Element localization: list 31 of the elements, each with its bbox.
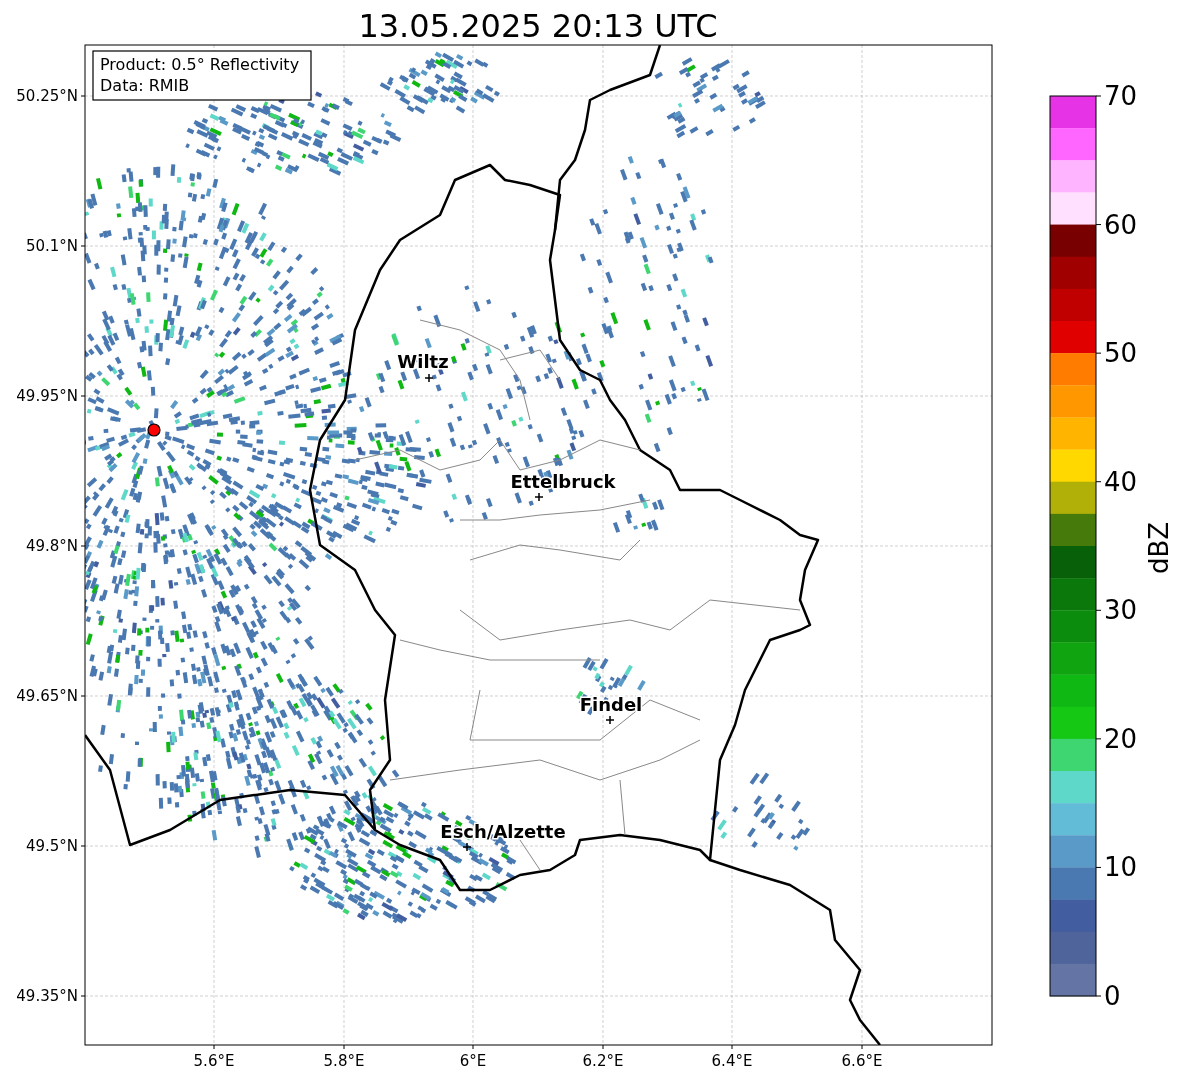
- longitude-label: 5.6°E: [193, 1052, 235, 1070]
- colorbar-tick-label: 20: [1104, 723, 1138, 754]
- city-marker-icon: [605, 715, 615, 725]
- colorbar-label: dBZ: [1144, 521, 1174, 575]
- longitude-label: 6.6°E: [841, 1052, 883, 1070]
- latitude-label: 49.65°N: [16, 687, 78, 705]
- colorbar-tick-label: 60: [1104, 209, 1138, 240]
- radar-site-icon: [147, 423, 161, 437]
- chart-title: 13.05.2025 20:13 UTC: [358, 7, 718, 45]
- colorbar-tick-label: 40: [1104, 466, 1138, 497]
- colorbar-tick-label: 10: [1104, 852, 1138, 883]
- colorbar-tick-label: 50: [1104, 338, 1138, 369]
- latitude-label: 50.1°N: [25, 237, 78, 255]
- longitude-label: 6°E: [459, 1052, 487, 1070]
- longitude-label: 6.4°E: [711, 1052, 753, 1070]
- info-text: Product: 0.5° Reflectivity: [100, 55, 300, 74]
- longitude-label: 6.2°E: [582, 1052, 624, 1070]
- city-marker-icon: [424, 373, 434, 383]
- city-marker-icon: [462, 842, 472, 852]
- latitude-label: 49.35°N: [16, 987, 78, 1005]
- latitude-label: 49.95°N: [16, 387, 78, 405]
- colorbar-tick-label: 30: [1104, 595, 1138, 626]
- colorbar-tick-label: 0: [1104, 981, 1121, 1011]
- info-text: Data: RMIB: [100, 76, 190, 95]
- longitude-label: 5.8°E: [323, 1052, 365, 1070]
- colorbar-tick-label: 70: [1104, 81, 1138, 111]
- city-marker-icon: [534, 492, 544, 502]
- city-label: Findel: [579, 694, 643, 715]
- latitude-label: 50.25°N: [16, 87, 78, 105]
- latitude-label: 49.5°N: [25, 837, 78, 855]
- latitude-label: 49.8°N: [25, 537, 78, 555]
